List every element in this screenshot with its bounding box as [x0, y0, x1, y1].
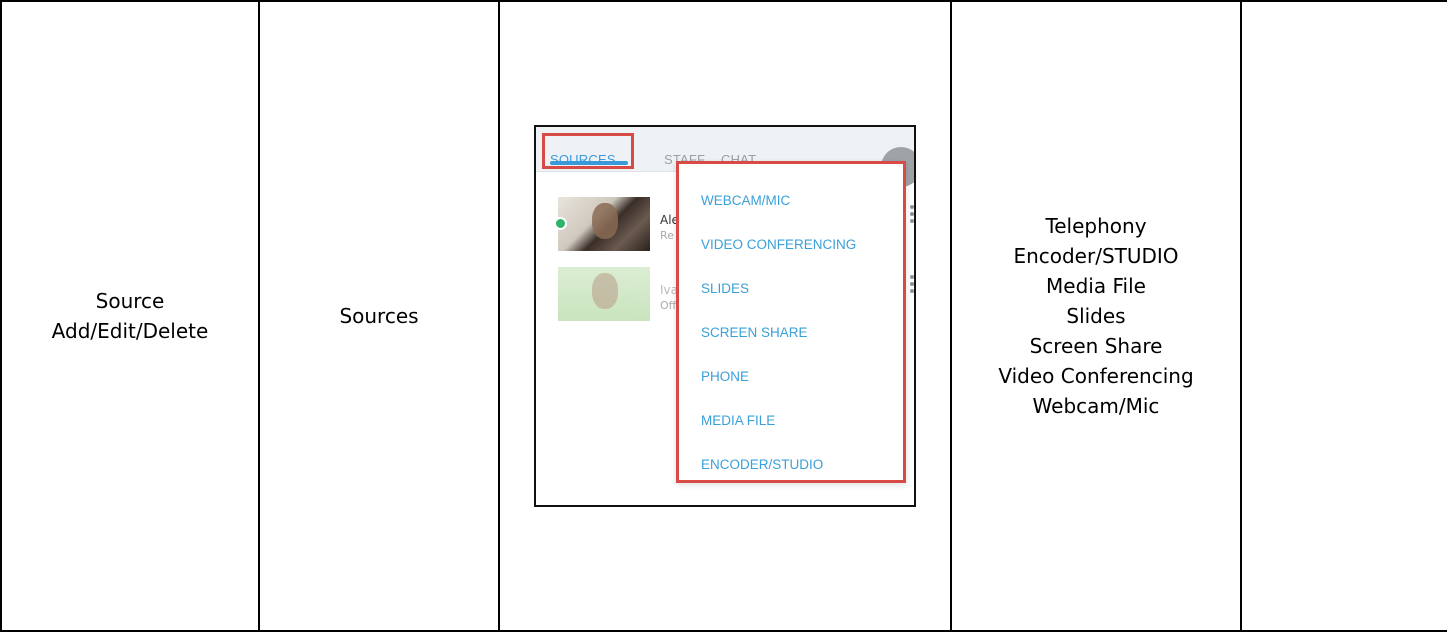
sources-panel-screenshot: SOURCES STAFF CHAT Ale Re Iva Off WEBCAM… [534, 125, 916, 507]
add-source-menu: WEBCAM/MIC VIDEO CONFERENCING SLIDES SCR… [676, 161, 906, 483]
menu-item-slides[interactable]: SLIDES [701, 274, 749, 304]
source-type-webcam-mic: Webcam/Mic [1032, 394, 1160, 418]
location-name: Sources [339, 304, 419, 328]
more-options-icon[interactable] [910, 275, 914, 296]
table-row: Source Add/Edit/Delete Sources SOURCES S… [0, 0, 1447, 632]
source-thumbnail [558, 197, 650, 251]
source-type-screen-share: Screen Share [1029, 334, 1163, 358]
notes-cell [1240, 0, 1447, 632]
screenshot-cell: SOURCES STAFF CHAT Ale Re Iva Off WEBCAM… [498, 0, 952, 632]
feature-table: Source Add/Edit/Delete Sources SOURCES S… [0, 0, 1447, 632]
source-thumbnail [558, 267, 650, 321]
source-type-video-conferencing: Video Conferencing [998, 364, 1194, 388]
source-type-telephony: Telephony [1045, 214, 1147, 238]
source-status: Off [660, 299, 677, 312]
menu-item-video-conferencing[interactable]: VIDEO CONFERENCING [701, 230, 856, 260]
feature-cell: Source Add/Edit/Delete [0, 0, 260, 632]
feature-name-line-1: Source [95, 289, 165, 313]
menu-item-encoder-studio[interactable]: ENCODER/STUDIO [701, 450, 823, 480]
source-status: Re [660, 229, 674, 242]
source-type-slides: Slides [1066, 304, 1126, 328]
online-status-icon [554, 217, 567, 230]
active-tab-indicator [550, 161, 628, 165]
presenter-face [592, 273, 618, 309]
source-type-media-file: Media File [1046, 274, 1146, 298]
feature-name-line-2: Add/Edit/Delete [51, 319, 209, 343]
menu-item-media-file[interactable]: MEDIA FILE [701, 406, 775, 436]
source-type-encoder-studio: Encoder/STUDIO [1013, 244, 1179, 268]
presenter-face [592, 203, 618, 239]
menu-item-screen-share[interactable]: SCREEN SHARE [701, 318, 808, 348]
menu-item-webcam-mic[interactable]: WEBCAM/MIC [701, 186, 790, 216]
menu-item-phone[interactable]: PHONE [701, 362, 749, 392]
tab-sources[interactable]: SOURCES [550, 145, 616, 175]
location-cell: Sources [258, 0, 500, 632]
source-types-cell: Telephony Encoder/STUDIO Media File Slid… [950, 0, 1242, 632]
more-options-icon[interactable] [910, 205, 914, 226]
